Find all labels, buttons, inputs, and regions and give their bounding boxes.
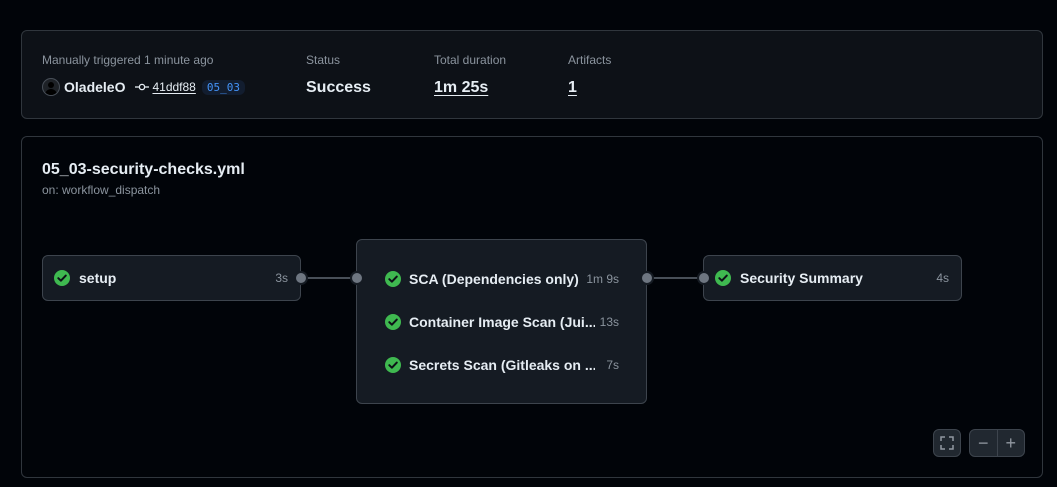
job-duration: 3s [275,271,288,285]
user-link[interactable]: OladeleO [64,79,125,95]
job-duration: 1m 9s [586,272,619,286]
job-secrets-scan[interactable]: Secrets Scan (Gitleaks on ... 7s [357,355,646,375]
status-label: Status [306,53,341,67]
success-check-icon [715,270,731,286]
workflow-graph-panel: 05_03-security-checks.yml on: workflow_d… [21,136,1043,478]
output-port [640,271,654,285]
trigger-info: Manually triggered 1 minute ago OladeleO… [42,53,245,97]
job-setup[interactable]: setup 3s [42,255,301,301]
connector-line [302,277,356,279]
zoom-controls: − + [969,429,1025,457]
job-sca[interactable]: SCA (Dependencies only) 1m 9s [357,269,646,289]
input-port [697,271,711,285]
job-name: Secrets Scan (Gitleaks on ... [409,357,595,373]
status-value: Success [306,79,371,96]
success-check-icon [385,314,401,330]
zoom-in-button[interactable]: + [998,430,1025,456]
branch-badge[interactable]: 05_03 [201,79,245,95]
duration-info: Total duration 1m 25s [434,53,506,98]
git-commit-icon [135,83,150,91]
trigger-label: Manually triggered 1 minute ago [42,53,214,67]
connector-line [648,277,702,279]
commit-sha-link[interactable]: 41ddf88 [152,80,195,94]
job-container-scan[interactable]: Container Image Scan (Jui... 13s [357,312,646,332]
job-duration: 4s [936,271,949,285]
avatar[interactable] [42,78,60,96]
job-name: Container Image Scan (Jui... [409,314,595,330]
job-duration: 7s [606,358,619,372]
job-name: setup [79,270,117,286]
fullscreen-button[interactable] [933,429,961,457]
job-security-summary[interactable]: Security Summary 4s [703,255,962,301]
duration-link[interactable]: 1m 25s [434,78,506,98]
workflow-title: 05_03-security-checks.yml [42,161,245,178]
run-summary-panel: Manually triggered 1 minute ago OladeleO… [21,30,1043,119]
artifacts-label: Artifacts [568,53,612,67]
output-port [294,271,308,285]
fullscreen-icon [940,436,954,450]
success-check-icon [54,270,70,286]
zoom-out-button[interactable]: − [970,430,997,456]
job-duration: 13s [599,315,619,329]
success-check-icon [385,357,401,373]
workflow-trigger: on: workflow_dispatch [42,183,161,197]
job-name: Security Summary [740,270,863,286]
success-check-icon [385,271,401,287]
input-port [350,271,364,285]
job-name: SCA (Dependencies only) [409,271,579,287]
status-info: Status Success [306,53,371,98]
artifacts-link[interactable]: 1 [568,78,611,98]
job-group: SCA (Dependencies only) 1m 9s Container … [356,239,647,404]
duration-label: Total duration [434,53,507,67]
artifacts-info: Artifacts 1 [568,53,611,98]
